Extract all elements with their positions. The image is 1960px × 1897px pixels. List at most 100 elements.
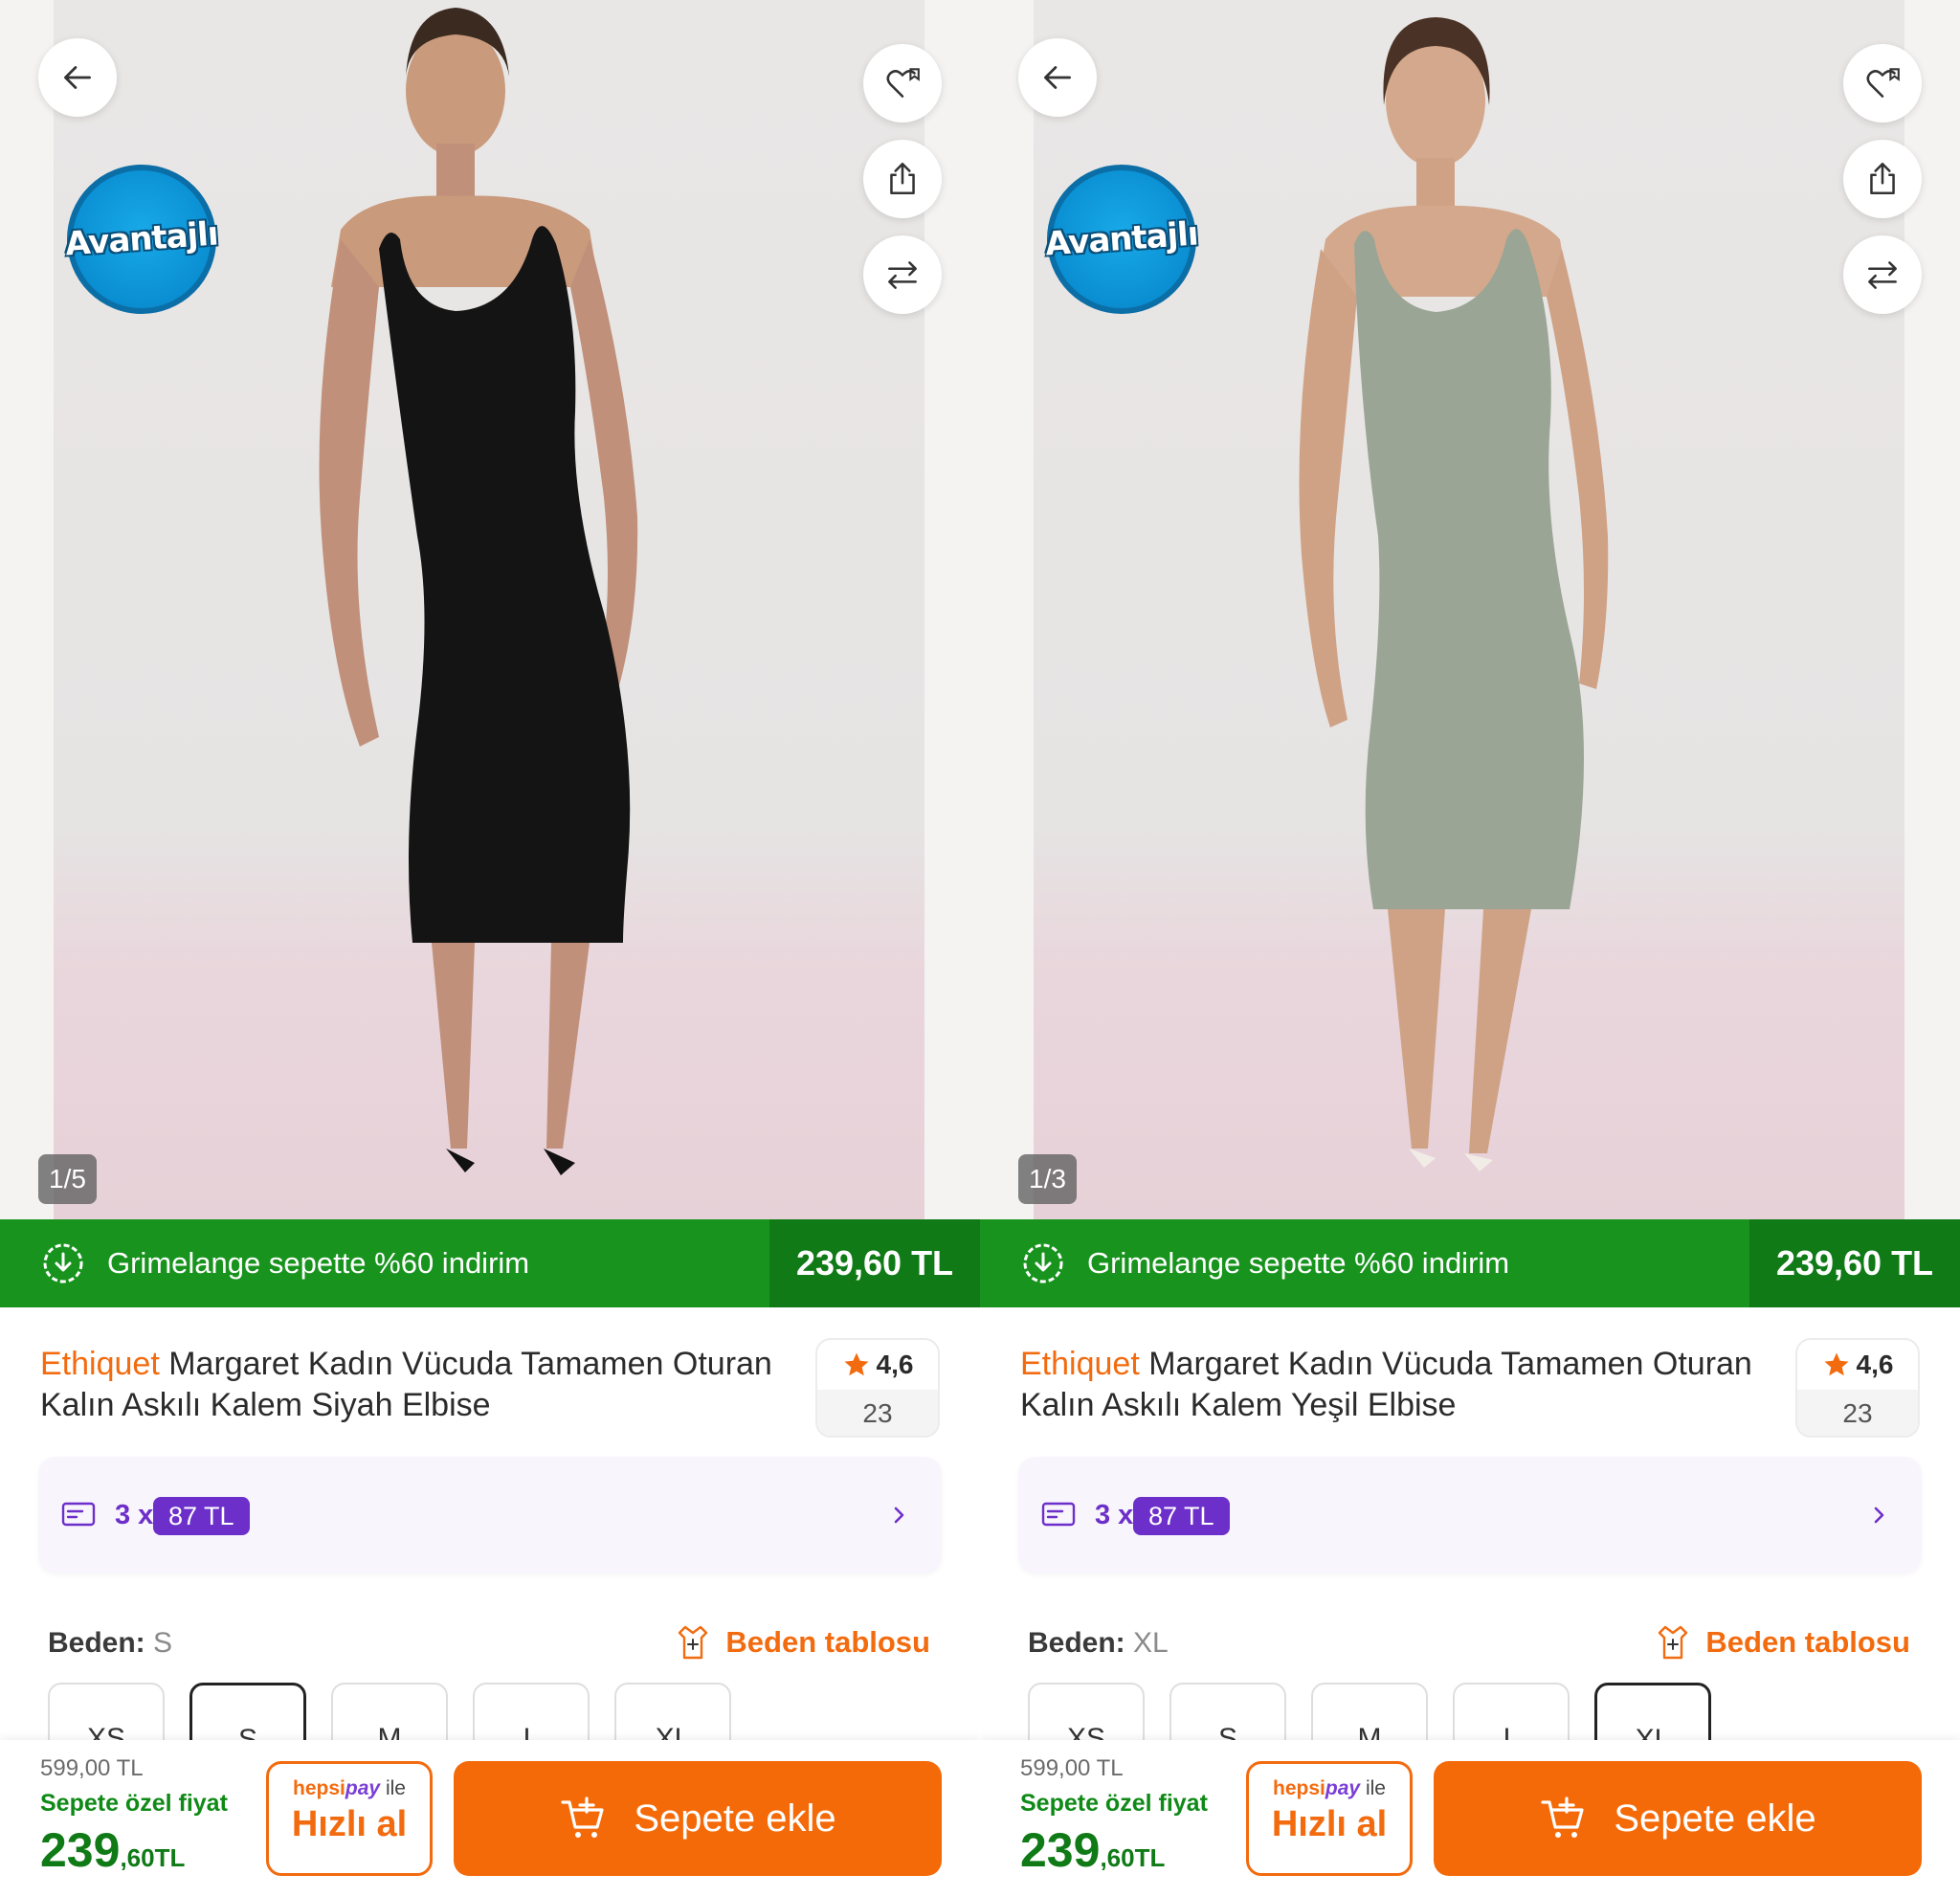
installment-count: 3 x <box>115 1500 154 1530</box>
cart-price-integer: 239 <box>40 1823 121 1877</box>
hepsipay-hepsi: hepsi <box>293 1777 345 1799</box>
size-chart-link[interactable]: Beden tablosu <box>672 1621 930 1663</box>
size-option-m[interactable]: M <box>331 1683 448 1740</box>
installment-amount: 87 TL <box>153 1497 250 1535</box>
old-price: 599,00 TL <box>40 1755 144 1781</box>
rating-box[interactable]: 4,6 23 <box>1795 1338 1920 1438</box>
promo-bar[interactable]: Grimelange sepette %60 indirim 239,60 TL <box>980 1219 1960 1307</box>
size-option-xs[interactable]: XS <box>48 1683 165 1740</box>
favorite-heart-icon <box>886 68 920 98</box>
size-option-xl[interactable]: XL <box>1594 1683 1711 1740</box>
installment-card[interactable]: 3 x 87 TL <box>1018 1457 1922 1573</box>
chevron-right-icon <box>894 1506 904 1524</box>
share-button[interactable] <box>863 140 942 218</box>
rating-value-row: 4,6 <box>1797 1340 1918 1390</box>
size-label: Beden: XL <box>1028 1627 1169 1660</box>
star-icon <box>1824 1352 1849 1376</box>
size-chart-label: Beden tablosu <box>1705 1625 1910 1659</box>
star-icon <box>844 1352 869 1376</box>
product-gallery[interactable]: Avantajlı 1/3 <box>980 0 1960 1219</box>
card-icon <box>61 1502 96 1527</box>
image-counter: 1/5 <box>38 1154 97 1204</box>
brand-link[interactable]: Ethiquet <box>1020 1346 1140 1382</box>
back-arrow-icon <box>64 66 91 89</box>
promo-bar[interactable]: Grimelange sepette %60 indirim 239,60 TL <box>0 1219 980 1307</box>
installment-card[interactable]: 3 x 87 TL <box>38 1457 942 1573</box>
favorite-button[interactable] <box>863 44 942 123</box>
compare-button[interactable] <box>863 235 942 314</box>
hepsipay-pay: pay <box>345 1777 381 1799</box>
cart-price: 239,60TL <box>40 1822 185 1878</box>
product-screen-green: Avantajlı 1/3 Grimelange sepette %60 ind… <box>980 0 1960 1897</box>
size-chart-icon <box>1659 1625 1688 1660</box>
hepsipay-pay: pay <box>1325 1777 1361 1799</box>
hepsipay-ile: ile <box>385 1777 406 1799</box>
back-button[interactable] <box>38 38 117 117</box>
cart-price-decimal: ,60TL <box>120 1843 186 1872</box>
cart-add-icon <box>1541 1797 1584 1838</box>
size-label-text: Beden: <box>1028 1627 1125 1659</box>
compare-button[interactable] <box>1843 235 1922 314</box>
quick-buy-label: Hızlı al <box>291 1804 408 1844</box>
share-icon <box>890 162 915 194</box>
quick-buy-label: Hızlı al <box>1271 1804 1388 1844</box>
product-title: Ethiquet Margaret Kadın Vücuda Tamamen O… <box>40 1344 787 1426</box>
card-icon <box>1041 1502 1076 1527</box>
brand-link[interactable]: Ethiquet <box>40 1346 160 1382</box>
size-chart-label: Beden tablosu <box>725 1625 930 1659</box>
size-option-s[interactable]: S <box>1169 1683 1286 1740</box>
size-label: Beden: S <box>48 1627 172 1660</box>
old-price: 599,00 TL <box>1020 1755 1124 1781</box>
discount-icon <box>43 1243 83 1283</box>
hepsipay-logo: hepsipay ile <box>1249 1777 1410 1800</box>
screens: Avantajlı 1/5 Grimelange sepette %60 ind… <box>0 0 1960 1897</box>
back-button[interactable] <box>1018 38 1097 117</box>
product-title: Ethiquet Margaret Kadın Vücuda Tamamen O… <box>1020 1344 1767 1426</box>
image-counter: 1/3 <box>1018 1154 1077 1204</box>
add-to-cart-label: Sepete ekle <box>634 1797 836 1840</box>
selected-size: S <box>153 1627 173 1659</box>
favorite-button[interactable] <box>1843 44 1922 123</box>
add-to-cart-button[interactable]: Sepete ekle <box>454 1761 942 1876</box>
back-arrow-icon <box>1044 66 1071 89</box>
size-chart-icon <box>679 1625 708 1660</box>
hepsipay-hepsi: hepsi <box>1273 1777 1325 1799</box>
size-option-s[interactable]: S <box>189 1683 306 1740</box>
size-option-l[interactable]: L <box>1453 1683 1570 1740</box>
selected-size: XL <box>1133 1627 1169 1659</box>
product-gallery[interactable]: Avantajlı 1/5 <box>0 0 980 1219</box>
purchase-bar: 599,00 TL Sepete özel fiyat 239,60TL hep… <box>980 1740 1960 1897</box>
review-count: 23 <box>1797 1390 1918 1436</box>
size-chart-link[interactable]: Beden tablosu <box>1652 1621 1910 1663</box>
quick-buy-button[interactable]: hepsipay ile Hızlı al <box>1246 1761 1413 1876</box>
size-label-text: Beden: <box>48 1627 145 1659</box>
cart-price-decimal: ,60TL <box>1100 1843 1166 1872</box>
product-screen-black: Avantajlı 1/5 Grimelange sepette %60 ind… <box>0 0 980 1897</box>
share-button[interactable] <box>1843 140 1922 218</box>
cart-price: 239,60TL <box>1020 1822 1165 1878</box>
size-option-xl[interactable]: XL <box>614 1683 731 1740</box>
compare-icon <box>1868 261 1897 289</box>
size-option-l[interactable]: L <box>473 1683 590 1740</box>
add-to-cart-label: Sepete ekle <box>1614 1797 1816 1840</box>
size-option-m[interactable]: M <box>1311 1683 1428 1740</box>
cart-price-integer: 239 <box>1020 1823 1101 1877</box>
add-to-cart-button[interactable]: Sepete ekle <box>1434 1761 1922 1876</box>
compare-icon <box>888 261 917 289</box>
purchase-bar: 599,00 TL Sepete özel fiyat 239,60TL hep… <box>0 1740 980 1897</box>
quick-buy-button[interactable]: hepsipay ile Hızlı al <box>266 1761 433 1876</box>
share-icon <box>1870 162 1895 194</box>
discount-icon <box>1023 1243 1063 1283</box>
rating-value-row: 4,6 <box>817 1340 938 1390</box>
chevron-right-icon <box>1874 1506 1884 1524</box>
promo-price: 239,60 TL <box>1749 1219 1960 1307</box>
review-count: 23 <box>817 1390 938 1436</box>
promo-text: Grimelange sepette %60 indirim <box>1087 1246 1510 1280</box>
installment-amount: 87 TL <box>1133 1497 1230 1535</box>
size-option-xs[interactable]: XS <box>1028 1683 1145 1740</box>
advantage-badge: Avantajlı <box>64 165 219 314</box>
rating-box[interactable]: 4,6 23 <box>815 1338 940 1438</box>
installment-count: 3 x <box>1095 1500 1134 1530</box>
special-price-label: Sepete özel fiyat <box>40 1790 228 1817</box>
promo-price: 239,60 TL <box>769 1219 980 1307</box>
